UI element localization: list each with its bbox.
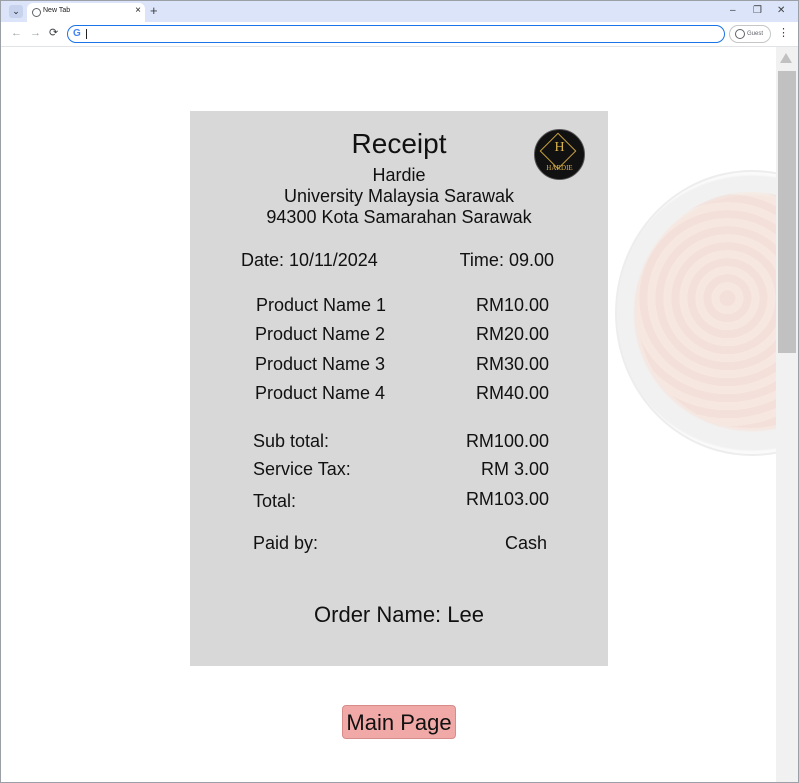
plate-food — [637, 192, 776, 428]
scroll-up-arrow[interactable] — [780, 53, 792, 63]
profile-button[interactable]: Guest — [729, 25, 771, 43]
logo-letter: H — [554, 140, 565, 155]
close-icon[interactable]: × — [135, 5, 141, 16]
receipt-card: Receipt H HARDIE Hardie University Malay… — [190, 111, 608, 666]
item-price: RM30.00 — [475, 354, 549, 374]
tab-new-tab[interactable]: New Tab × — [27, 3, 145, 22]
item-price: RM10.00 — [475, 295, 549, 315]
profile-icon — [735, 29, 745, 39]
address-line-1: University Malaysia Sarawak — [283, 186, 515, 206]
total-label: Total: — [253, 491, 297, 511]
minimize-button[interactable]: – — [730, 4, 736, 18]
tax-value: RM 3.00 — [480, 459, 549, 479]
forward-button[interactable]: → — [30, 26, 41, 40]
paid-by-label: Paid by: — [253, 533, 319, 553]
globe-icon — [32, 8, 41, 17]
tab-title: New Tab — [43, 7, 71, 14]
toolbar: ← → ⟳ G Guest ⋮ — [1, 22, 798, 47]
new-tab-button[interactable]: + — [150, 4, 158, 18]
paid-by-value: Cash — [504, 533, 547, 553]
food-plate-image — [615, 170, 776, 456]
browser-window: ⌄ New Tab × + – ❐ ✕ ← → ⟳ G Guest ⋮ Rece… — [0, 0, 799, 783]
subtotal-value: RM100.00 — [465, 431, 549, 451]
text-caret — [86, 29, 87, 39]
tab-search-button[interactable]: ⌄ — [9, 5, 23, 18]
item-price: RM40.00 — [475, 383, 549, 403]
order-name: Order Name: Lee — [314, 602, 484, 627]
address-bar[interactable]: G — [67, 25, 725, 43]
total-value: RM103.00 — [465, 489, 549, 509]
tab-bar: ⌄ New Tab × + – ❐ ✕ — [1, 1, 798, 22]
tax-label: Service Tax: — [253, 459, 351, 479]
close-window-button[interactable]: ✕ — [777, 4, 785, 18]
page-content: Receipt H HARDIE Hardie University Malay… — [5, 47, 776, 782]
item-name: Product Name 4 — [255, 383, 386, 403]
receipt-date: Date: 10/11/2024 — [241, 250, 378, 270]
scrollbar-thumb[interactable] — [778, 71, 796, 353]
item-name: Product Name 1 — [256, 295, 387, 315]
back-button[interactable]: ← — [11, 26, 22, 40]
reload-button[interactable]: ⟳ — [49, 26, 58, 40]
receipt-time: Time: 09.00 — [459, 250, 554, 270]
item-name: Product Name 3 — [255, 354, 386, 374]
main-page-button[interactable]: Main Page — [342, 705, 456, 739]
address-line-2: 94300 Kota Samarahan Sarawak — [266, 207, 532, 227]
item-name: Product Name 2 — [255, 324, 386, 344]
menu-icon[interactable]: ⋮ — [778, 26, 789, 40]
subtotal-label: Sub total: — [253, 431, 330, 451]
store-name: Hardie — [372, 165, 426, 185]
profile-label: Guest — [747, 31, 764, 37]
google-icon: G — [73, 28, 81, 39]
item-price: RM20.00 — [475, 324, 549, 344]
restore-button[interactable]: ❐ — [753, 4, 762, 18]
